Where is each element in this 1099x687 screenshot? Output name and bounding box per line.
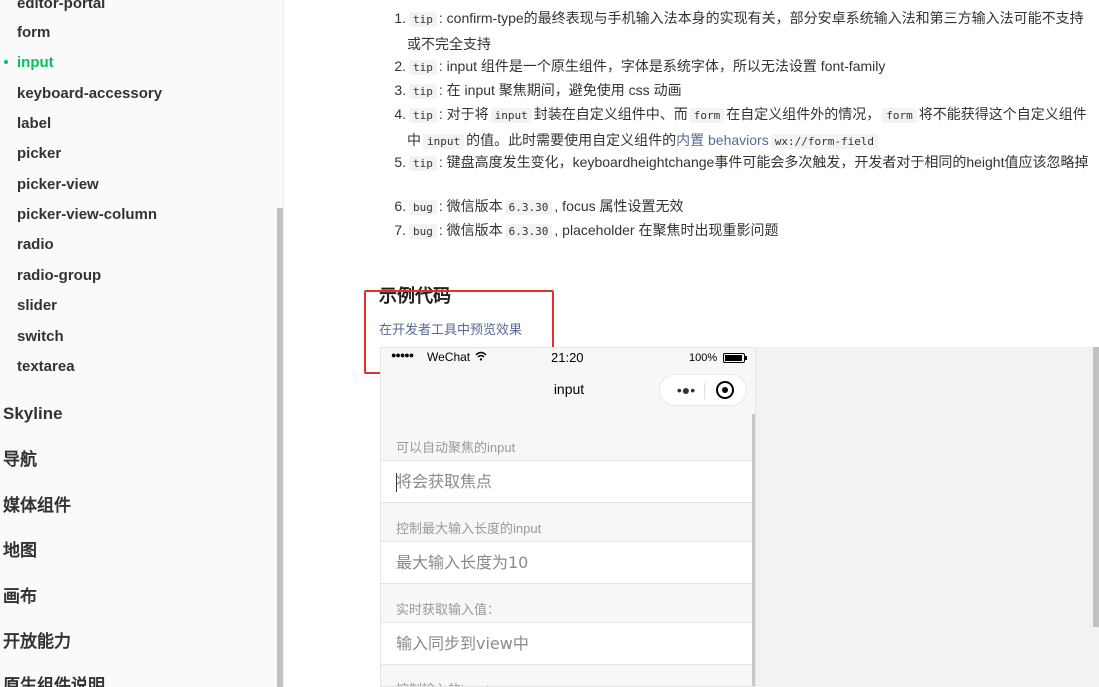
behaviors-link[interactable]: 内置 behaviors [676,132,769,148]
battery-percent: 100% [689,352,718,364]
signal-icon: ●●●●● [391,350,414,360]
page-scrollbar[interactable] [1093,347,1099,627]
active-indicator-dot [4,60,8,64]
note-item: 3. tip: 在 input 聚焦期间，避免使用 css 动画 [390,78,1095,104]
note-text: : 微信版本 [438,198,503,214]
input-row [381,541,752,584]
autofocus-input[interactable] [396,461,736,502]
tip-tag: tip [409,108,437,123]
note-number: 3. [394,82,406,98]
note-text: 在自定义组件外的情况， [726,106,881,122]
input-row [381,622,752,665]
sidebar-item-editor-portal[interactable]: editor-portal [17,0,105,14]
note-text: : 在 input 聚焦期间，避免使用 css 动画 [438,82,682,98]
capsule-divider [704,383,705,399]
preview-background [756,347,1099,687]
note-number: 2. [394,58,406,74]
note-number: 7. [394,222,406,238]
bug-tag: bug [409,224,437,239]
field-label: 实时获取输入值： [396,602,501,617]
status-bar: ●●●●● WeChat 21:20 100% [381,348,755,368]
inline-code: input [490,108,532,123]
note-item: 5. tip: 键盘高度发生变化，keyboardheightchange事件可… [390,150,1095,176]
note-text: , placeholder 在聚焦时出现重影问题 [554,222,779,238]
sidebar-scrollbar[interactable] [277,208,283,687]
sidebar-item-media[interactable]: 媒体组件 [3,495,71,517]
sidebar-item-skyline[interactable]: Skyline [3,403,63,425]
sidebar: editor-portal form input keyboard-access… [0,0,284,687]
note-text: 封装在自定义组件中、而 [533,106,688,122]
close-icon[interactable] [716,381,734,399]
sidebar-item-map[interactable]: 地图 [3,540,37,562]
tip-tag: tip [409,84,437,99]
sidebar-item-canvas[interactable]: 画布 [3,586,37,608]
note-item: 4. tip: 对于将 input 封装在自定义组件中、而 form 在自定义组件外的情… [390,102,1095,154]
bug-tag: bug [409,200,437,215]
sidebar-item-switch[interactable]: switch [17,327,64,347]
sidebar-item-radio-group[interactable]: radio-group [17,266,101,286]
sidebar-item-textarea[interactable]: textarea [17,357,75,377]
note-item: 7. bug: 微信版本 6.3.30, placeholder 在聚焦时出现重影… [390,218,1095,244]
sidebar-item-slider[interactable]: slider [17,296,57,316]
input-row [381,460,752,503]
note-number: 6. [394,198,406,214]
sidebar-item-form[interactable]: form [17,23,50,43]
sidebar-item-navigation[interactable]: 导航 [3,449,37,471]
sidebar-item-label[interactable]: label [17,114,51,134]
sidebar-item-radio[interactable]: radio [17,235,54,255]
battery-icon [723,353,747,363]
sidebar-item-open-ability[interactable]: 开放能力 [3,631,71,653]
note-text: : input 组件是一个原生组件，字体是系统字体，所以无法设置 font-fa… [438,58,886,74]
note-item: 1. tip: confirm-type的最终表现与手机输入法本身的实现有关，部… [390,6,1095,56]
tip-tag: tip [409,12,437,27]
phone-preview: ●●●●● WeChat 21:20 100% input •●• 可以自动聚焦… [380,347,756,687]
phone-scrollbar[interactable] [752,414,755,686]
sidebar-item-picker-view[interactable]: picker-view [17,175,99,195]
sidebar-item-keyboard-accessory[interactable]: keyboard-accessory [17,84,162,104]
status-time: 21:20 [551,350,584,365]
note-text: : 键盘高度发生变化，keyboardheightchange事件可能会多次触发… [438,154,1089,170]
wifi-icon [475,351,487,364]
note-text: : confirm-type的最终表现与手机输入法本身的实现有关，部分安卓系统输… [407,10,1084,52]
field-label: 可以自动聚焦的input [396,440,516,455]
sidebar-item-input[interactable]: input [17,53,54,73]
note-text: , focus 属性设置无效 [554,198,684,214]
note-text: : 对于将 [438,106,489,122]
sidebar-item-picker-view-column[interactable]: picker-view-column [17,205,157,225]
sidebar-item-picker[interactable]: picker [17,144,61,164]
menu-capsule: •●• [659,374,747,406]
note-number: 1. [394,10,406,26]
note-number: 5. [394,154,406,170]
version-code: 6.3.30 [504,200,553,215]
sidebar-item-native-components[interactable]: 原生组件说明 [3,675,105,687]
version-code: 6.3.30 [504,224,553,239]
more-icon[interactable]: •●• [670,381,702,399]
carrier-name: WeChat [427,350,471,364]
field-label: 控制输入的input [396,679,489,686]
note-item: 6. bug: 微信版本 6.3.30, focus 属性设置无效 [390,194,1095,220]
note-number: 4. [394,106,406,122]
inline-code: form [882,108,917,123]
sync-input[interactable] [396,623,736,664]
maxlength-input[interactable] [396,542,736,583]
tip-tag: tip [409,156,437,171]
note-item: 2. tip: input 组件是一个原生组件，字体是系统字体，所以无法设置 f… [390,54,1095,80]
field-label: 控制最大输入长度的input [396,521,542,536]
inline-code: form [689,108,725,123]
tip-tag: tip [409,60,437,75]
note-text: : 微信版本 [438,222,503,238]
inline-code: input [423,134,465,149]
inline-code: wx://form-field [770,134,879,149]
note-text: 的值。此时需要使用自定义组件的 [466,132,677,148]
